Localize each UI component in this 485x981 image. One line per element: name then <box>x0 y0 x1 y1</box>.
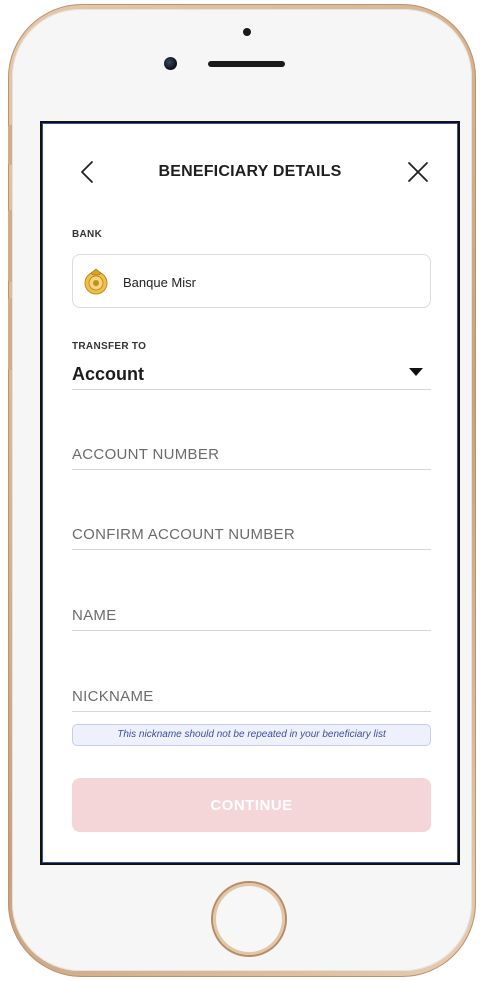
front-camera <box>164 57 177 70</box>
name-field <box>72 595 431 635</box>
bank-selector[interactable]: Banque Misr <box>72 254 431 308</box>
side-button-volume-down <box>8 298 12 370</box>
name-input[interactable] <box>72 595 431 635</box>
nickname-input[interactable] <box>72 676 431 716</box>
side-button-mute <box>8 125 12 165</box>
sensor-dot <box>243 28 251 36</box>
transfer-to-label: TRANSFER TO <box>72 341 147 352</box>
caret-down-icon[interactable] <box>409 368 423 376</box>
bank-name: Banque Misr <box>123 275 196 290</box>
confirm-account-number-input[interactable] <box>72 514 431 554</box>
app-screen: BENEFICIARY DETAILS BANK Banque Misr TRA… <box>40 121 460 865</box>
continue-button[interactable]: CONTINUE <box>72 778 431 832</box>
transfer-to-value[interactable]: Account <box>72 364 144 385</box>
page-title: BENEFICIARY DETAILS <box>158 163 342 180</box>
account-number-underline <box>72 469 431 470</box>
home-button[interactable] <box>213 883 285 955</box>
header: BENEFICIARY DETAILS <box>42 123 458 219</box>
nickname-field <box>72 676 431 716</box>
confirm-account-number-field <box>72 514 431 554</box>
confirm-account-number-underline <box>72 549 431 550</box>
bank-label: BANK <box>72 229 103 240</box>
name-underline <box>72 630 431 631</box>
close-icon[interactable] <box>406 160 430 184</box>
side-button-volume-up <box>8 210 12 282</box>
account-number-field <box>72 434 431 474</box>
bank-logo-icon <box>84 268 108 295</box>
nickname-hint: This nickname should not be repeated in … <box>72 724 431 746</box>
earpiece-speaker <box>208 61 285 67</box>
nickname-underline <box>72 711 431 712</box>
transfer-to-underline <box>72 389 431 390</box>
account-number-input[interactable] <box>72 434 431 474</box>
